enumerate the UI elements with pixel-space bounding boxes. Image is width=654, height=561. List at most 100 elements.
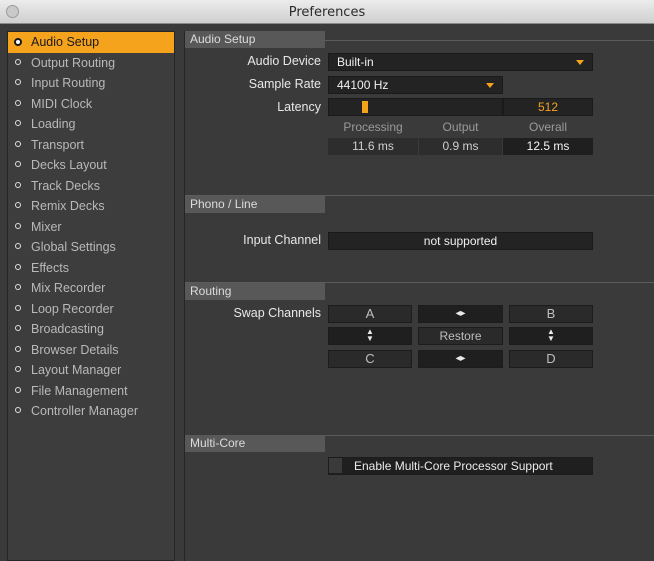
section-header-multi-core: Multi-Core [185, 435, 325, 452]
swap-ab-button[interactable]: ◂▸ [418, 305, 503, 323]
audio-device-label: Audio Device [247, 54, 321, 68]
multi-core-toggle[interactable]: Enable Multi-Core Processor Support [328, 457, 593, 475]
sidebar-item-midi-clock[interactable]: MIDI Clock [8, 94, 174, 115]
channel-d-button[interactable]: D [509, 350, 593, 368]
latency-slider[interactable] [328, 98, 503, 116]
sample-rate-dropdown[interactable]: 44100 Hz [328, 76, 503, 94]
sidebar-item-label: File Management [31, 383, 128, 398]
sidebar-item-layout-manager[interactable]: Layout Manager [8, 360, 174, 381]
sidebar-item-label: Controller Manager [31, 404, 138, 418]
sidebar-item-label: Loop Recorder [31, 301, 114, 316]
channel-b-button[interactable]: B [509, 305, 593, 323]
section-header-audio-setup: Audio Setup [185, 31, 325, 48]
swap-ac-button[interactable]: ▲ ▼ [328, 327, 412, 345]
sidebar-item-broadcasting[interactable]: Broadcasting [8, 319, 174, 340]
swap-cd-button[interactable]: ◂▸ [418, 350, 503, 368]
restore-button[interactable]: Restore [418, 327, 503, 345]
section-header-routing: Routing [185, 283, 325, 300]
bullet-icon [15, 386, 21, 393]
bullet-icon [15, 222, 21, 229]
latency-label: Latency [277, 100, 321, 114]
overall-value: 12.5 ms [503, 138, 593, 155]
section-header-phono-line: Phono / Line [185, 196, 325, 213]
sidebar-item-label: Output Routing [31, 55, 116, 70]
processing-value: 11.6 ms [328, 138, 418, 155]
bullet-icon [15, 181, 21, 188]
bullet-icon [15, 366, 21, 372]
swap-horizontal-icon: ◂▸ [455, 308, 466, 319]
input-channel-label: Input Channel [243, 233, 321, 247]
sidebar-item-file-management[interactable]: File Management [8, 381, 174, 402]
processing-label: Processing [343, 120, 403, 134]
sample-rate-label: Sample Rate [248, 77, 321, 91]
sidebar-item-label: Effects [31, 260, 69, 275]
sidebar-item-controller-manager[interactable]: Controller Manager [8, 401, 174, 422]
sidebar-item-loop-recorder[interactable]: Loop Recorder [8, 299, 174, 320]
bullet-icon [15, 161, 21, 167]
radio-icon [14, 38, 22, 46]
swap-vertical-icon: ▲ ▼ [547, 327, 555, 343]
sidebar-item-label: MIDI Clock [31, 96, 93, 111]
settings-panel: Audio Setup Audio Device Built-in Sample… [184, 31, 654, 561]
sidebar-item-label: Audio Setup [31, 35, 100, 49]
audio-device-value: Built-in [337, 55, 374, 69]
sidebar-item-loading[interactable]: Loading [8, 114, 174, 135]
sidebar-item-label: Mixer [31, 219, 62, 234]
swap-bd-button[interactable]: ▲ ▼ [509, 327, 593, 345]
checkbox-icon [329, 458, 342, 473]
bullet-icon [15, 325, 21, 331]
latency-value: 512 [503, 98, 593, 116]
bullet-icon [15, 79, 21, 85]
window-title: Preferences [288, 5, 366, 20]
sidebar-item-transport[interactable]: Transport [8, 135, 174, 156]
bullet-icon [15, 345, 21, 352]
sidebar-item-label: Track Decks [31, 178, 100, 193]
sidebar-item-label: Mix Recorder [31, 281, 106, 295]
sidebar-item-global-settings[interactable]: Global Settings [8, 237, 174, 258]
multi-core-label: Enable Multi-Core Processor Support [354, 459, 553, 473]
input-channel-field[interactable]: not supported [328, 232, 593, 250]
dropdown-arrow-icon [576, 60, 584, 65]
sidebar-item-track-decks[interactable]: Track Decks [8, 176, 174, 197]
sample-rate-value: 44100 Hz [337, 78, 389, 92]
channel-a-button[interactable]: A [328, 305, 412, 323]
sidebar-item-label: Browser Details [31, 342, 119, 357]
output-value: 0.9 ms [419, 138, 502, 155]
title-bar: Preferences [0, 0, 654, 24]
sidebar-item-input-routing[interactable]: Input Routing [8, 73, 174, 94]
bullet-icon [15, 202, 21, 208]
bullet-icon [15, 263, 21, 270]
bullet-icon [15, 58, 21, 65]
sidebar-item-label: Broadcasting [31, 322, 104, 336]
channel-c-button[interactable]: C [328, 350, 412, 368]
sidebar-item-decks-layout[interactable]: Decks Layout [8, 155, 174, 176]
bullet-icon [15, 243, 21, 249]
sidebar-item-label: Remix Decks [31, 199, 105, 213]
sidebar-item-audio-setup[interactable]: Audio Setup [8, 32, 174, 53]
bullet-icon [15, 140, 21, 147]
output-label: Output [442, 120, 479, 134]
sidebar-item-effects[interactable]: Effects [8, 258, 174, 279]
dropdown-arrow-icon [486, 83, 494, 88]
swap-vertical-icon: ▲ ▼ [366, 327, 374, 343]
sidebar-item-output-routing[interactable]: Output Routing [8, 53, 174, 74]
sidebar-item-mixer[interactable]: Mixer [8, 217, 174, 238]
swap-channels-label: Swap Channels [233, 306, 321, 320]
sidebar-item-label: Decks Layout [31, 158, 107, 172]
bullet-icon [15, 304, 21, 311]
latency-slider-handle[interactable] [362, 101, 369, 113]
bullet-icon [15, 284, 21, 290]
sidebar-item-label: Layout Manager [31, 363, 122, 377]
bullet-icon [15, 407, 21, 413]
sidebar-item-label: Input Routing [31, 76, 106, 90]
sidebar-item-label: Loading [31, 117, 76, 131]
bullet-icon [15, 99, 21, 106]
overall-label: Overall [528, 120, 567, 134]
sidebar-item-mix-recorder[interactable]: Mix Recorder [8, 278, 174, 299]
sidebar-item-remix-decks[interactable]: Remix Decks [8, 196, 174, 217]
audio-device-dropdown[interactable]: Built-in [328, 53, 593, 71]
swap-horizontal-icon: ◂▸ [455, 353, 466, 364]
sidebar: Audio Setup Output Routing Input Routing… [7, 31, 175, 561]
sidebar-item-browser-details[interactable]: Browser Details [8, 340, 174, 361]
sidebar-item-label: Global Settings [31, 240, 116, 254]
